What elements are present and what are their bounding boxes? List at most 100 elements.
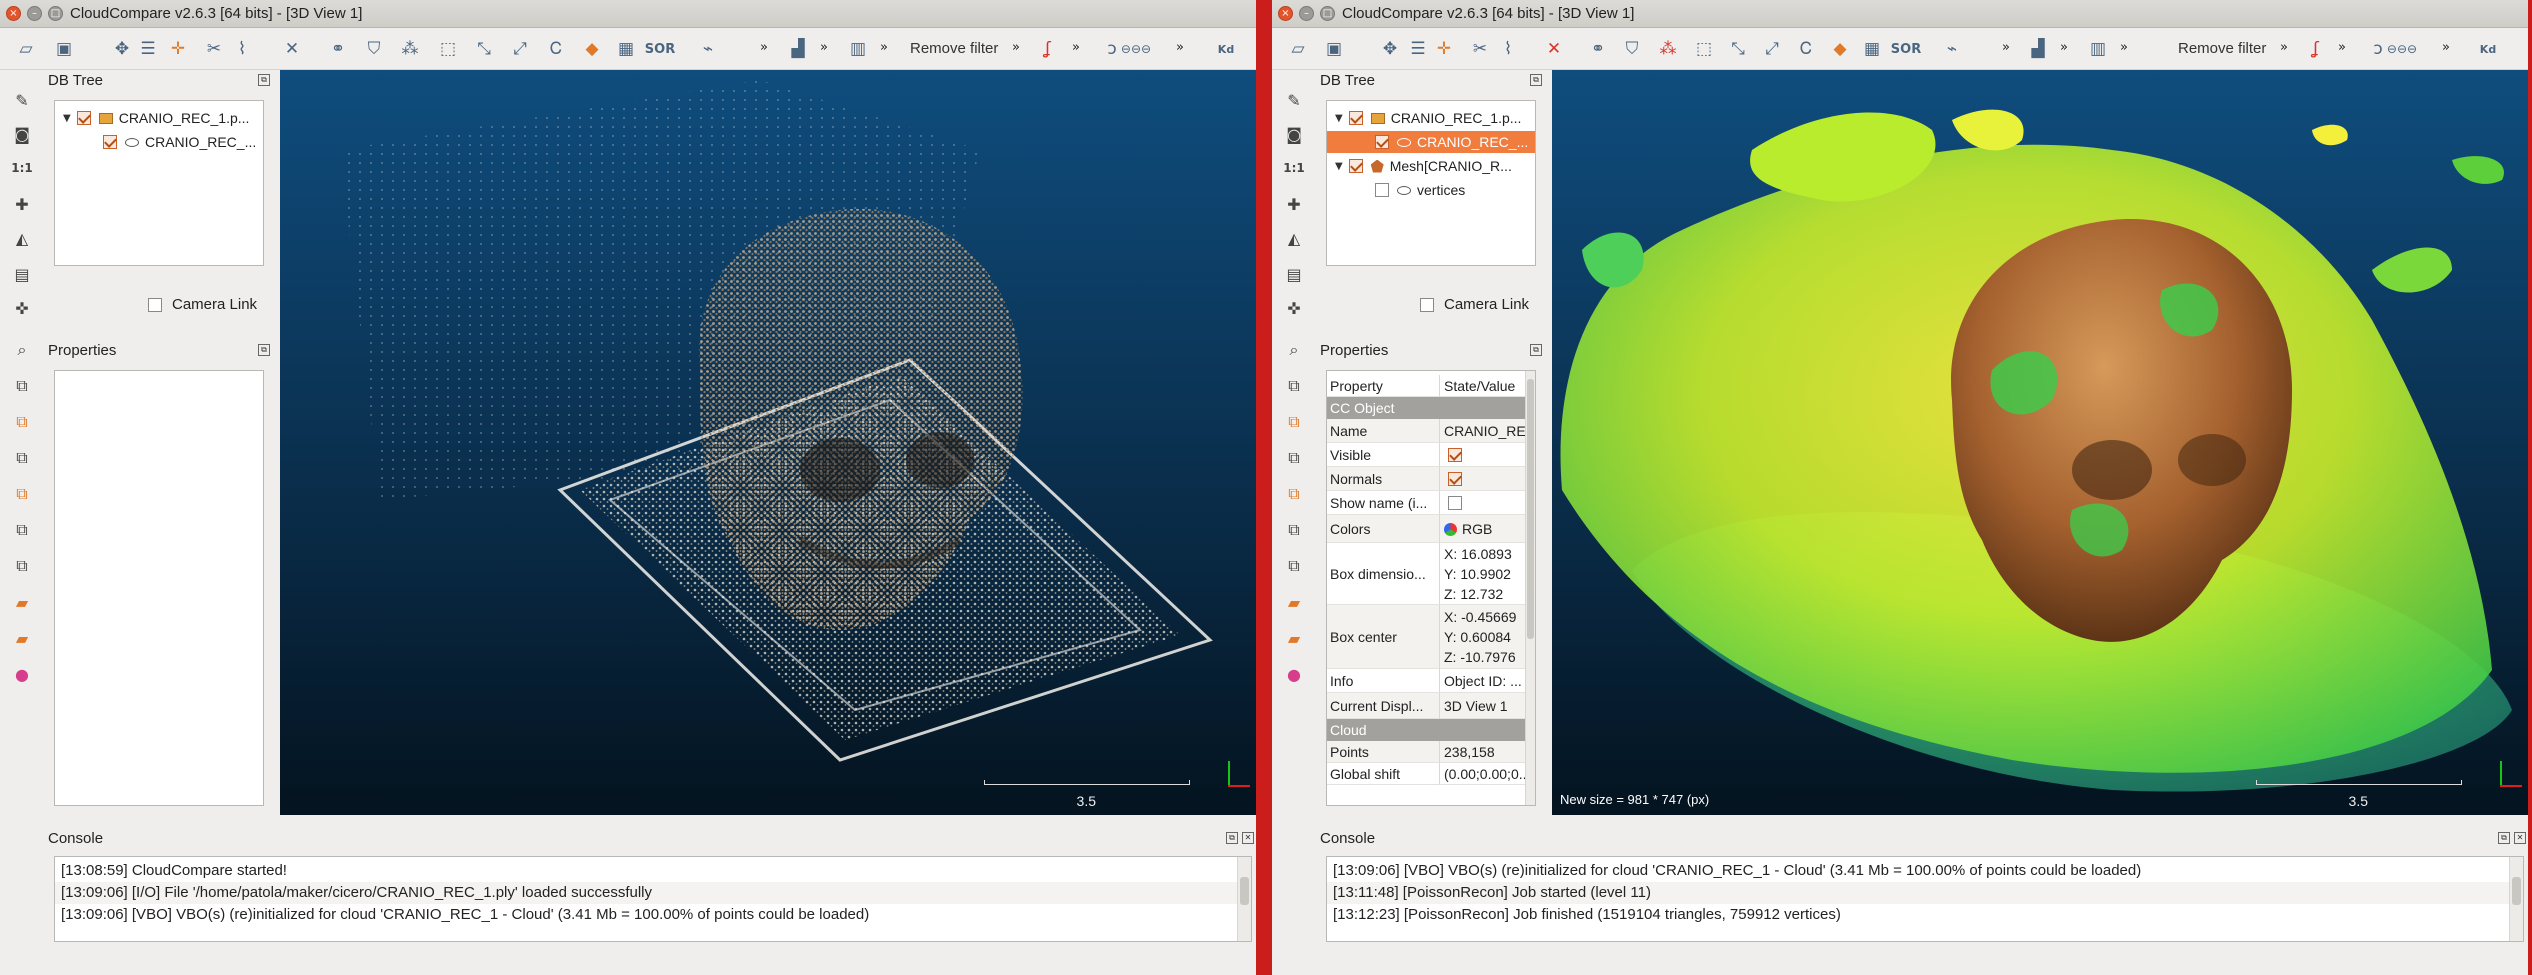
stereo-icon[interactable]: ● [1282,662,1306,686]
left-view-icon[interactable]: ⧉ [1282,446,1306,470]
iso2-view-icon[interactable]: ▰ [1282,626,1306,650]
console-close-button[interactable]: ✕ [2514,832,2526,844]
back-view-icon[interactable]: ⧉ [10,482,34,506]
prop-value[interactable]: CRANIO_RE [1440,419,1535,443]
open-file-icon[interactable]: ▱ [14,37,38,61]
properties-scrollbar[interactable] [1525,371,1535,805]
pencil-icon[interactable]: ✎ [10,88,34,112]
save-icon[interactable]: ▣ [1322,37,1346,61]
crosshair-icon[interactable]: ✜ [1282,296,1306,320]
expand-arrow-icon[interactable]: ▼ [1335,161,1343,172]
display-select[interactable]: 3D View 1 [1440,693,1535,719]
cube-view-icon[interactable]: ▤ [10,262,34,286]
pencil-icon[interactable]: ✎ [1282,88,1306,112]
kdtree-icon[interactable]: Kd [1214,37,1238,61]
minimize-window-button[interactable]: – [27,6,42,21]
film-icon[interactable]: ▥ [846,37,870,61]
visibility-checkbox[interactable] [1348,111,1363,125]
plot-icon[interactable]: ▟ [786,37,810,61]
kdtree-icon[interactable]: Kd [2476,37,2500,61]
align-icon[interactable]: ⤢ [508,37,532,61]
iso1-view-icon[interactable]: ▰ [10,590,34,614]
delete-icon[interactable]: ✕ [1542,37,1566,61]
prop-name-row[interactable]: Name CRANIO_RE [1327,419,1535,443]
pivot-icon[interactable]: ✚ [10,192,34,216]
expand-arrow-icon[interactable]: ▼ [1335,113,1343,124]
prop-visible-row[interactable]: Visible [1327,443,1535,467]
expand-arrow-icon[interactable]: ▼ [63,113,71,124]
console-log[interactable]: [13:08:59] CloudCompare started! [13:09:… [54,856,1252,942]
clone-icon[interactable]: ✥ [110,37,134,61]
perspective-icon[interactable]: ◭ [10,226,34,250]
maximize-window-button[interactable]: □ [1320,6,1335,21]
bottom-view-icon[interactable]: ⧉ [10,554,34,578]
box-icon[interactable]: ⬚ [1692,37,1716,61]
plot-icon[interactable]: ▟ [2026,37,2050,61]
left-view-icon[interactable]: ⧉ [10,446,34,470]
pick-icon[interactable]: ⌁ [696,37,720,61]
maximize-window-button[interactable]: □ [48,6,63,21]
console-close-button[interactable]: ✕ [1242,832,1254,844]
more-tools-chevron-5[interactable]: » [1072,40,1080,55]
function-icon[interactable]: ʆ [2304,37,2328,61]
camera-link-checkbox[interactable] [1420,297,1434,312]
more-tools-chevron-4[interactable]: » [2280,40,2288,55]
clone-icon[interactable]: ✥ [1378,37,1402,61]
checkerboard-icon[interactable]: ▦ [1860,37,1884,61]
register-icon[interactable]: ⤡ [472,37,496,61]
sample-icon[interactable]: ⛉ [362,37,386,61]
camera-icon[interactable]: ◙ [1282,122,1306,146]
back-view-icon[interactable]: ⧉ [1282,482,1306,506]
3d-view[interactable]: New size = 981 * 747 (px) 3.5 [1552,70,2528,815]
right-view-icon[interactable]: ⧉ [1282,518,1306,542]
console-log[interactable]: [13:09:06] [VBO] VBO(s) (re)initialized … [1326,856,2524,942]
perspective-icon[interactable]: ◭ [1282,226,1306,250]
tree-item-cloud-selected[interactable]: CRANIO_REC_... [1327,131,1535,153]
iso1-view-icon[interactable]: ▰ [1282,590,1306,614]
properties-float-button[interactable]: ⧉ [258,344,270,356]
front-view-icon[interactable]: ⧉ [10,410,34,434]
visibility-checkbox[interactable] [76,111,91,125]
prop-points-row[interactable]: Points 238,158 [1327,741,1535,763]
top-view-icon[interactable]: ⧉ [1282,374,1306,398]
prop-normals-row[interactable]: Normals [1327,467,1535,491]
minimize-window-button[interactable]: – [1299,6,1314,21]
camera-icon[interactable]: ◙ [10,122,34,146]
top-view-icon[interactable]: ⧉ [10,374,34,398]
visible-checkbox[interactable] [1448,448,1462,462]
prop-shift-row[interactable]: Global shift (0.00;0.00;0... [1327,763,1535,785]
list-icon[interactable]: ☰ [136,37,160,61]
zoom-icon[interactable]: ⌕ [1282,338,1306,362]
db-tree-float-button[interactable]: ⧉ [258,74,270,86]
pick-icon[interactable]: ⌁ [1940,37,1964,61]
camera-link-toggle[interactable]: Camera Link [1420,296,1529,313]
view-mode-icon[interactable]: ⊖⊖⊖ [2387,37,2417,61]
more-tools-chevron[interactable]: » [2002,40,2010,55]
merge-icon[interactable]: ⚭ [1586,37,1610,61]
measure-icon[interactable]: ⌇ [1496,37,1520,61]
translate-rotate-icon[interactable]: ✛ [1432,37,1456,61]
merge-icon[interactable]: ⚭ [326,37,350,61]
close-window-button[interactable]: × [6,6,21,21]
segment-icon[interactable]: ✂ [202,37,226,61]
translate-rotate-icon[interactable]: ✛ [166,37,190,61]
console-float-button[interactable]: ⧉ [2498,832,2510,844]
shape-icon[interactable]: ◆ [580,37,604,61]
register-icon[interactable]: ⤡ [1726,37,1750,61]
prop-info-row[interactable]: Info Object ID: ... [1327,669,1535,693]
prop-showname-row[interactable]: Show name (i... [1327,491,1535,515]
prop-colors-row[interactable]: Colors RGB [1327,515,1535,543]
bottom-view-icon[interactable]: ⧉ [1282,554,1306,578]
property-column-header[interactable]: Property [1327,375,1440,397]
prop-display-row[interactable]: Current Displ... 3D View 1 [1327,693,1535,719]
properties-table[interactable]: Property State/Value CC Object Name CRAN… [1326,370,1536,806]
remove-filter-button[interactable]: Remove filter [2178,40,2266,57]
console-float-button[interactable]: ⧉ [1226,832,1238,844]
tree-item-vertices[interactable]: vertices [1375,179,1465,201]
stereo-icon[interactable]: ● [10,662,34,686]
visibility-checkbox[interactable] [1375,183,1389,197]
more-tools-chevron-2[interactable]: » [2060,40,2068,55]
visibility-checkbox[interactable] [1375,135,1389,149]
save-icon[interactable]: ▣ [52,37,76,61]
box-icon[interactable]: ⬚ [436,37,460,61]
